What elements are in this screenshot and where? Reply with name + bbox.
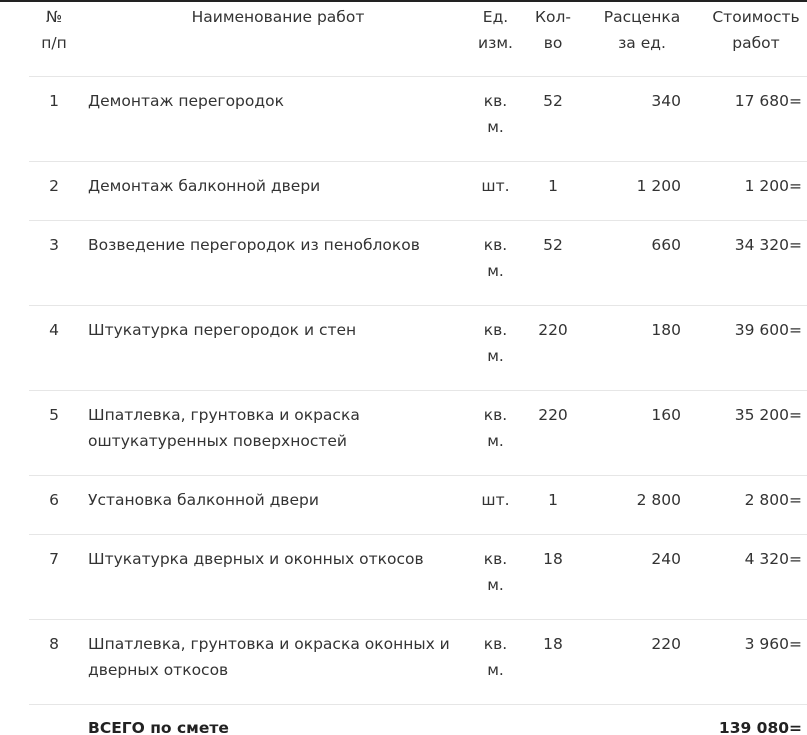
row-num: 3 [29, 220, 79, 306]
row-cost: 4 320= [687, 534, 807, 620]
row-price: 220 [583, 619, 687, 705]
row-price: 180 [583, 305, 687, 391]
total-label: ВСЕГО по смете [79, 704, 468, 735]
row-num: 1 [29, 76, 79, 162]
row-name: Демонтаж перегородок [79, 76, 468, 162]
row-num: 7 [29, 534, 79, 620]
row-cost: 17 680= [687, 76, 807, 162]
table-row: 3 Возведение перегородок из пеноблоков к… [29, 220, 807, 306]
row-num: 4 [29, 305, 79, 391]
row-price: 2 800 [583, 475, 687, 535]
row-price: 160 [583, 390, 687, 476]
table-body: 1 Демонтаж перегородок кв. м. 52 340 17 6… [29, 76, 807, 735]
row-unit: кв. м. [468, 534, 523, 620]
row-name: Установка балконной двери [79, 475, 468, 535]
row-name: Шпатлевка, грунтовка и окраска оконных и… [79, 619, 468, 705]
row-num: 5 [29, 390, 79, 476]
table-row: 8 Шпатлевка, грунтовка и окраска оконных… [29, 619, 807, 705]
table-row: 2 Демонтаж балконной двери шт. 1 1 200 1… [29, 161, 807, 221]
row-unit: кв. м. [468, 619, 523, 705]
row-num: 2 [29, 161, 79, 221]
header-unit: Ед. изм. [478, 8, 513, 52]
total-value: 139 080= [687, 704, 807, 735]
header-cost: Стоимость работ [712, 8, 800, 52]
table-header: № п/п Наименование работ Ед. изм. Кол-во Р… [29, 4, 807, 77]
row-qty: 52 [523, 220, 583, 306]
row-unit: кв. м. [468, 305, 523, 391]
total-price [583, 704, 687, 735]
top-border [0, 0, 807, 2]
table-row: 7 Штукатурка дверных и оконных откосов к… [29, 534, 807, 620]
row-cost: 39 600= [687, 305, 807, 391]
total-row: ВСЕГО по смете 139 080= [29, 704, 807, 735]
row-qty: 18 [523, 534, 583, 620]
row-name: Шпатлевка, грунтовка и окраска оштукатур… [79, 390, 468, 476]
row-unit: шт. [468, 475, 523, 535]
row-unit: кв. м. [468, 390, 523, 476]
row-price: 1 200 [583, 161, 687, 221]
row-price: 240 [583, 534, 687, 620]
row-name: Штукатурка перегородок и стен [79, 305, 468, 391]
row-cost: 34 320= [687, 220, 807, 306]
row-num: 8 [29, 619, 79, 705]
row-cost: 3 960= [687, 619, 807, 705]
header-price: Расценка за ед. [603, 8, 681, 52]
row-cost: 2 800= [687, 475, 807, 535]
row-unit: кв. м. [468, 220, 523, 306]
total-num [29, 704, 79, 735]
table-row: 5 Шпатлевка, грунтовка и окраска оштукат… [29, 390, 807, 476]
row-qty: 18 [523, 619, 583, 705]
row-price: 660 [583, 220, 687, 306]
row-qty: 220 [523, 390, 583, 476]
header-qty: Кол-во [535, 8, 571, 52]
row-qty: 1 [523, 161, 583, 221]
table-row: 4 Штукатурка перегородок и стен кв. м. 22… [29, 305, 807, 391]
row-qty: 1 [523, 475, 583, 535]
header-num: № п/п [41, 8, 67, 52]
row-qty: 220 [523, 305, 583, 391]
row-name: Возведение перегородок из пеноблоков [79, 220, 468, 306]
row-qty: 52 [523, 76, 583, 162]
table-row: 1 Демонтаж перегородок кв. м. 52 340 17 6… [29, 76, 807, 162]
header-name: Наименование работ [191, 8, 365, 26]
row-unit: шт. [468, 161, 523, 221]
row-name: Демонтаж балконной двери [79, 161, 468, 221]
row-price: 340 [583, 76, 687, 162]
row-num: 6 [29, 475, 79, 535]
estimate-table: № п/п Наименование работ Ед. изм. Кол-во Р… [29, 4, 807, 735]
total-unit [468, 704, 523, 735]
row-name: Штукатурка дверных и оконных откосов [79, 534, 468, 620]
row-cost: 35 200= [687, 390, 807, 476]
header-row: № п/п Наименование работ Ед. изм. Кол-во Р… [29, 4, 807, 77]
table-row: 6 Установка балконной двери шт. 1 2 800 … [29, 475, 807, 535]
total-qty [523, 704, 583, 735]
row-unit: кв. м. [468, 76, 523, 162]
row-cost: 1 200= [687, 161, 807, 221]
